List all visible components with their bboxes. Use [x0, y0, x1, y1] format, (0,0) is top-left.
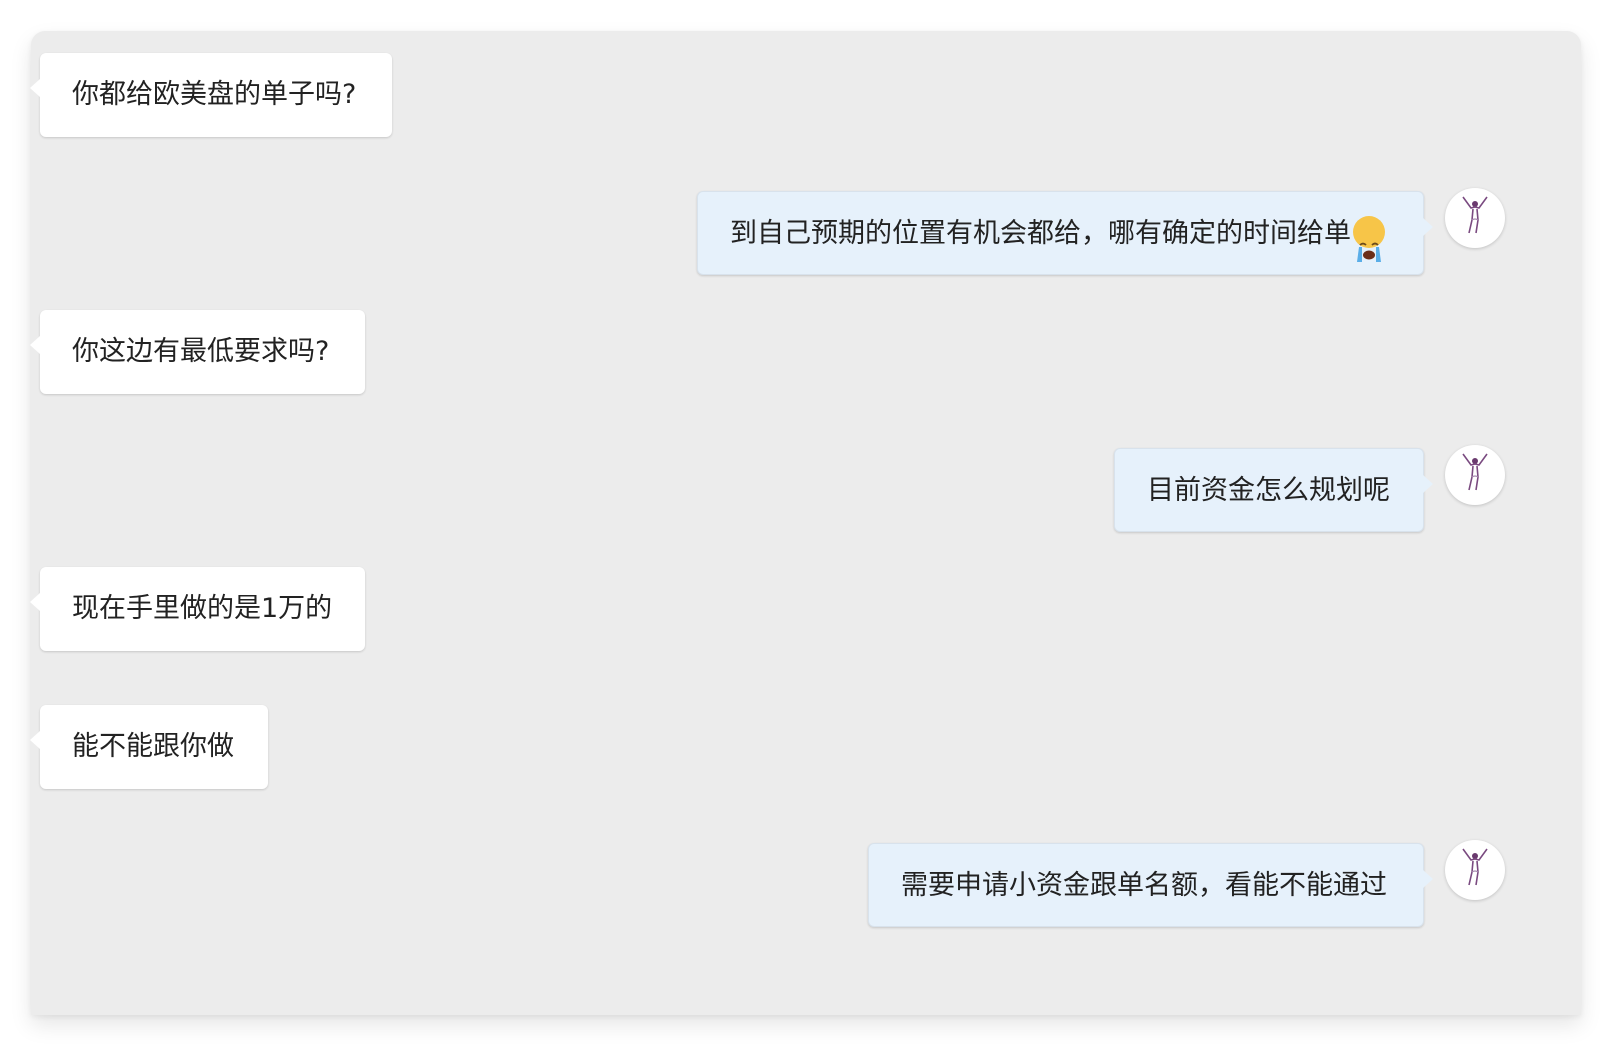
message-incoming: 你这边有最低要求吗?	[30, 310, 365, 394]
message-text: 现在手里做的是1万的	[72, 593, 333, 624]
loudly-crying-face-icon	[1353, 215, 1385, 262]
dancer-figure-icon	[1462, 453, 1488, 491]
message-outgoing: 到自己预期的位置有机会都给，哪有确定的时间给单	[697, 191, 1433, 275]
message-outgoing: 目前资金怎么规划呢	[1114, 448, 1433, 532]
chat-panel: 你都给欧美盘的单子吗? 到自己预期的位置有机会都给，哪有确定的时间给单 你这边有…	[30, 31, 1581, 1015]
message-text: 能不能跟你做	[72, 731, 234, 762]
dancer-figure-icon	[1462, 848, 1488, 886]
message-incoming: 现在手里做的是1万的	[30, 567, 365, 651]
message-incoming: 能不能跟你做	[30, 705, 268, 789]
message-text: 目前资金怎么规划呢	[1147, 475, 1390, 506]
avatar[interactable]	[1445, 445, 1505, 505]
avatar[interactable]	[1445, 188, 1505, 248]
avatar[interactable]	[1445, 840, 1505, 900]
message-incoming: 你都给欧美盘的单子吗?	[30, 53, 392, 137]
message-text: 到自己预期的位置有机会都给，哪有确定的时间给单	[730, 218, 1351, 249]
dancer-figure-icon	[1462, 196, 1488, 234]
message-text: 需要申请小资金跟单名额，看能不能通过	[901, 870, 1387, 901]
message-text: 你都给欧美盘的单子吗?	[72, 79, 357, 110]
message-outgoing: 需要申请小资金跟单名额，看能不能通过	[868, 843, 1433, 927]
message-text: 你这边有最低要求吗?	[72, 336, 330, 367]
